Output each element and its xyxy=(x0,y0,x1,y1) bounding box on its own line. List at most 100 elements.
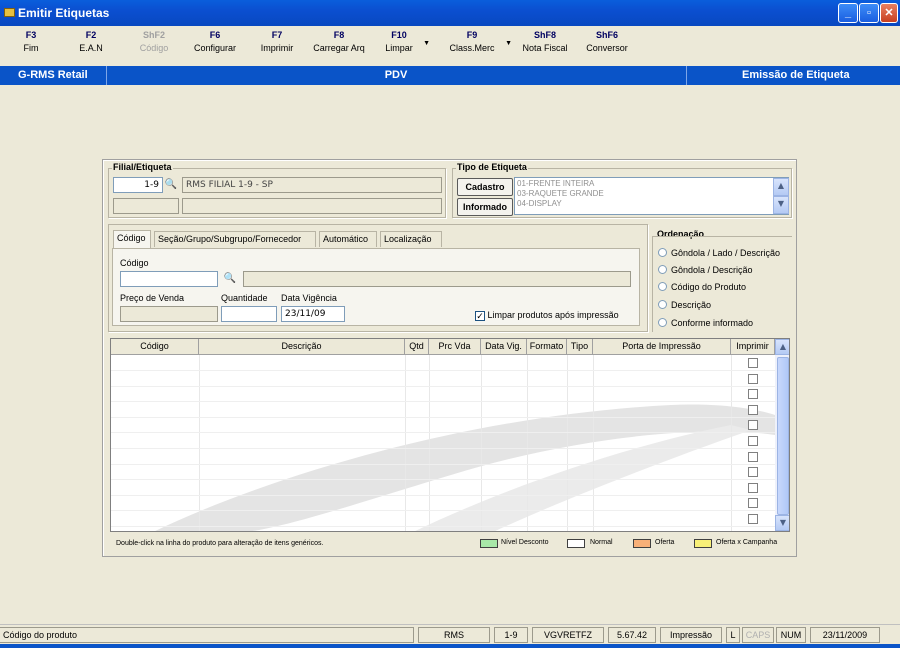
header-right: Emissão de Etiqueta xyxy=(742,69,850,81)
grid-col-imprimir[interactable]: Imprimir xyxy=(731,339,775,355)
grid-col-formato[interactable]: Formato xyxy=(527,339,567,355)
ordenacao-option[interactable]: Código do Produto xyxy=(658,282,746,292)
codigo-input[interactable] xyxy=(120,271,218,287)
status-message: Código do produto xyxy=(0,627,414,643)
table-row[interactable] xyxy=(111,494,775,496)
grid-col-descricao[interactable]: Descrição xyxy=(199,339,405,355)
grid-col-codigo[interactable]: Código xyxy=(111,339,199,355)
table-row[interactable] xyxy=(111,526,775,527)
toolbar-limpar-button[interactable]: F10 Limpar ▼ xyxy=(382,30,430,53)
imprimir-checkbox[interactable] xyxy=(748,436,758,446)
filial-code-input[interactable]: 1-9 xyxy=(113,177,163,193)
tab-secao[interactable]: Seção/Grupo/Subgrupo/Fornecedor xyxy=(154,231,316,247)
tipo-group-label: Tipo de Etiqueta xyxy=(456,162,528,172)
imprimir-checkbox[interactable] xyxy=(748,467,758,478)
ordenacao-option[interactable]: Conforme informado xyxy=(658,318,753,328)
close-button[interactable]: ✕ xyxy=(880,3,898,23)
table-row[interactable] xyxy=(111,370,775,371)
imprimir-checkbox[interactable] xyxy=(748,482,758,493)
toolbar-carregar-arq-button[interactable]: F8 Carregar Arq xyxy=(308,30,370,53)
tab-automatico[interactable]: Automático xyxy=(319,231,377,247)
grid-scrollbar[interactable]: ▲ ▼ xyxy=(775,339,789,531)
table-row[interactable] xyxy=(111,479,775,481)
filial-group-label: Filial/Etiqueta xyxy=(112,162,173,172)
imprimir-checkbox[interactable] xyxy=(748,498,758,509)
grid-col-prc-vda[interactable]: Prc Vda xyxy=(429,339,481,355)
table-row[interactable] xyxy=(111,510,775,512)
imprimir-checkbox[interactable] xyxy=(748,373,758,384)
grid-col-porta[interactable]: Porta de Impressão xyxy=(593,339,731,355)
hint-text: Double-click na linha do produto para al… xyxy=(116,540,324,547)
imprimir-checkbox[interactable] xyxy=(748,404,758,415)
toolbar-codigo-button[interactable]: ShF2 Código xyxy=(136,30,172,53)
grid-scroll-thumb[interactable] xyxy=(777,357,789,515)
status-caps: CAPS xyxy=(742,627,774,643)
toolbar-fim-button[interactable]: F3 Fim xyxy=(16,30,46,53)
legend-swatch-nivel xyxy=(480,539,498,548)
grid-col-line xyxy=(567,355,568,531)
imprimir-checkbox[interactable] xyxy=(748,451,758,462)
legend-swatch-oferta xyxy=(633,539,651,548)
tab-codigo[interactable]: Código xyxy=(113,230,151,248)
ordenacao-option[interactable]: Gôndola / Descrição xyxy=(658,265,753,275)
grid-col-line xyxy=(527,355,528,531)
grid-col-data-vig[interactable]: Data Vig. xyxy=(481,339,527,355)
grid-col-line xyxy=(429,355,430,531)
toolbar-nota-fiscal-button[interactable]: ShF8 Nota Fiscal xyxy=(520,30,570,53)
filial-code2-field xyxy=(113,198,179,214)
maximize-button[interactable]: ▫ xyxy=(859,3,879,23)
tipo-scroll-up-icon[interactable]: ▲ xyxy=(773,178,789,196)
toolbar-conversor-button[interactable]: ShF6 Conversor xyxy=(582,30,632,53)
tipo-scroll-down-icon[interactable]: ▼ xyxy=(773,196,789,214)
status-bar: Código do produto RMS 1-9 VGVRETFZ 5.67.… xyxy=(0,624,900,644)
table-row[interactable] xyxy=(111,448,775,449)
status-user: VGVRETFZ xyxy=(532,627,604,643)
check-icon[interactable]: ✓ xyxy=(475,311,485,321)
ordenacao-option[interactable]: Gôndola / Lado / Descrição xyxy=(658,248,780,258)
table-row[interactable] xyxy=(111,463,775,465)
table-row[interactable] xyxy=(111,385,775,387)
filial-name2-field xyxy=(182,198,442,214)
cadastro-button[interactable]: Cadastro xyxy=(457,178,513,196)
grid-scroll-up-icon[interactable]: ▲ xyxy=(775,339,789,355)
vigencia-label: Data Vigência xyxy=(281,293,337,303)
table-row[interactable] xyxy=(111,416,775,418)
status-mode: Impressão xyxy=(660,627,722,643)
tab-localizacao[interactable]: Localização xyxy=(380,231,442,247)
toolbar-class-merc-button[interactable]: F9 Class.Merc ▼ xyxy=(446,30,512,53)
toolbar-configurar-button[interactable]: F6 Configurar xyxy=(190,30,240,53)
table-row[interactable] xyxy=(111,432,775,434)
grid-col-line xyxy=(199,355,200,531)
ordenacao-option[interactable]: Descrição xyxy=(658,300,711,310)
grid-col-tipo[interactable]: Tipo xyxy=(567,339,593,355)
imprimir-checkbox[interactable] xyxy=(748,358,758,368)
toolbar-imprimir-button[interactable]: F7 Imprimir xyxy=(256,30,298,53)
table-row[interactable] xyxy=(111,401,775,403)
minimize-button[interactable]: _ xyxy=(838,3,858,23)
informado-button[interactable]: Informado xyxy=(457,198,513,216)
codigo-search-icon[interactable]: 🔍 xyxy=(223,272,237,286)
limpar-dropdown-icon[interactable]: ▼ xyxy=(423,40,430,47)
imprimir-checkbox[interactable] xyxy=(748,420,758,431)
tipo-option[interactable]: 04-DISPLAY xyxy=(517,199,604,209)
watermark-swoosh xyxy=(155,404,775,531)
toolbar-ean-button[interactable]: F2 E.A.N xyxy=(74,30,108,53)
preco-label: Preço de Venda xyxy=(120,293,185,303)
class-merc-dropdown-icon[interactable]: ▼ xyxy=(505,40,512,47)
quantidade-input[interactable] xyxy=(221,306,277,322)
limpar-checkbox[interactable]: ✓ Limpar produtos após impressão xyxy=(475,310,619,321)
tipo-option[interactable]: 03-RAQUETE GRANDE xyxy=(517,189,604,199)
filial-search-icon[interactable]: 🔍 xyxy=(164,178,178,192)
imprimir-checkbox[interactable] xyxy=(748,389,758,400)
status-date: 23/11/2009 xyxy=(810,627,880,643)
status-num: NUM xyxy=(776,627,806,643)
legend-normal: Normal xyxy=(590,539,613,546)
legend-nivel: Nível Desconto xyxy=(501,539,549,546)
imprimir-checkbox[interactable] xyxy=(748,514,758,524)
vigencia-input[interactable]: 23/11/09 xyxy=(281,306,345,322)
tipo-listbox[interactable]: 01-FRENTE INTEIRA 03-RAQUETE GRANDE 04-D… xyxy=(514,177,789,215)
tipo-option[interactable]: 01-FRENTE INTEIRA xyxy=(517,179,604,189)
grid-scroll-down-icon[interactable]: ▼ xyxy=(775,515,789,531)
grid-col-qtd[interactable]: Qtd xyxy=(405,339,429,355)
products-grid[interactable]: Código Descrição Qtd Prc Vda Data Vig. F… xyxy=(110,338,790,532)
